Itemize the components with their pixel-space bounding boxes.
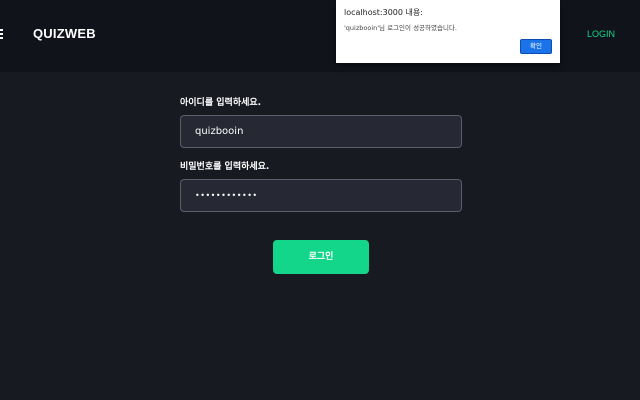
login-submit-button[interactable]: 로그인 [273, 240, 369, 274]
dialog-message: 'quizbooin'님 로그인이 성공하였습니다. [344, 24, 458, 32]
dialog-title: localhost:3000 내용: [344, 8, 423, 17]
id-input[interactable]: quizbooin [180, 115, 462, 148]
password-field-label: 비밀번호를 입력하세요. [180, 162, 270, 172]
site-logo[interactable]: QUIZWEB [33, 26, 96, 41]
password-input[interactable]: •••••••••••• [180, 179, 462, 212]
id-field-label: 아이디를 입력하세요. [180, 98, 262, 108]
hamburger-menu-icon[interactable] [0, 29, 3, 39]
login-nav-link[interactable]: LOGIN [587, 29, 615, 39]
dialog-ok-button[interactable]: 확인 [520, 39, 552, 54]
